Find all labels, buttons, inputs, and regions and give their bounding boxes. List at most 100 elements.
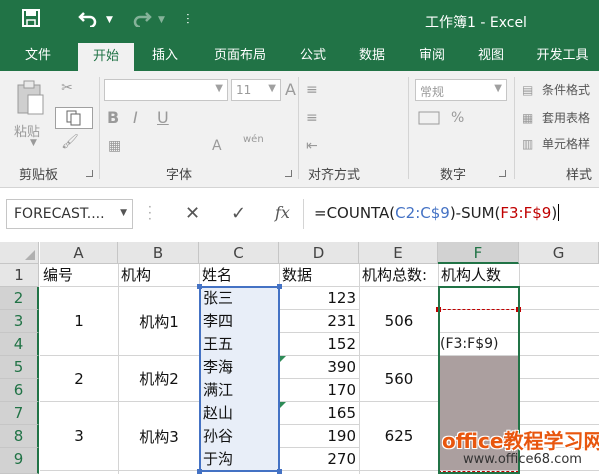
cell-c4[interactable]: 王五 bbox=[203, 333, 233, 356]
cell-styles-icon[interactable]: ▥ bbox=[522, 135, 533, 153]
number-launcher-icon[interactable] bbox=[499, 170, 506, 177]
cell-styles-button[interactable]: 单元格样 bbox=[542, 135, 590, 152]
align-top-icon[interactable]: ≡ bbox=[306, 81, 318, 99]
tab-developer[interactable]: 开发工具 bbox=[526, 41, 599, 71]
tab-formulas[interactable]: 公式 bbox=[289, 41, 337, 71]
redo-icon[interactable] bbox=[132, 9, 152, 33]
cell-d2[interactable]: 123 bbox=[280, 287, 356, 310]
cell-e5-merged[interactable]: 560 bbox=[360, 356, 438, 401]
undo-dropdown-icon[interactable]: ▼ bbox=[106, 9, 113, 31]
cell-d9[interactable]: 270 bbox=[280, 448, 356, 471]
cell-b1[interactable]: 机构 bbox=[121, 264, 151, 287]
row-header-9[interactable]: 9 bbox=[0, 448, 39, 474]
row-header-5[interactable]: 5 bbox=[0, 356, 39, 379]
cell-e2-merged[interactable]: 506 bbox=[360, 287, 438, 355]
cell-a1[interactable]: 编号 bbox=[43, 264, 73, 287]
cell-c1[interactable]: 姓名 bbox=[202, 264, 232, 287]
row-header-4[interactable]: 4 bbox=[0, 333, 39, 356]
cell-b7-merged[interactable]: 机构3 bbox=[119, 402, 199, 470]
cell-e1[interactable]: 机构总数: bbox=[362, 264, 438, 287]
row-header-6[interactable]: 6 bbox=[0, 379, 39, 402]
range-handle[interactable] bbox=[197, 469, 202, 474]
redo-dropdown-icon[interactable]: ▼ bbox=[158, 9, 165, 31]
enter-button[interactable]: ✓ bbox=[231, 203, 246, 224]
font-launcher-icon[interactable] bbox=[285, 170, 292, 177]
clipboard-launcher-icon[interactable] bbox=[86, 170, 93, 177]
font-name-combo[interactable]: ▼ bbox=[104, 79, 228, 101]
number-format-combo[interactable]: 常规 ▼ bbox=[415, 79, 507, 101]
tab-file[interactable]: 文件 bbox=[10, 41, 66, 71]
column-header-c[interactable]: C bbox=[199, 242, 279, 264]
cell-c9[interactable]: 于沟 bbox=[203, 448, 233, 471]
cut-icon[interactable]: ✂ bbox=[57, 79, 77, 97]
cell-d1[interactable]: 数据 bbox=[282, 264, 312, 287]
tab-insert[interactable]: 插入 bbox=[139, 41, 191, 71]
error-indicator-icon[interactable] bbox=[280, 402, 286, 408]
cell-b5-merged[interactable]: 机构2 bbox=[119, 356, 199, 401]
cell-c6[interactable]: 满江 bbox=[203, 379, 233, 402]
cell-a5-merged[interactable]: 2 bbox=[40, 356, 118, 401]
column-header-a[interactable]: A bbox=[40, 242, 118, 264]
undo-icon[interactable] bbox=[78, 9, 98, 33]
tab-home[interactable]: 开始 bbox=[78, 43, 134, 71]
column-header-g[interactable]: G bbox=[519, 242, 599, 264]
row-header-7[interactable]: 7 bbox=[0, 402, 39, 425]
cell-d7[interactable]: 165 bbox=[280, 402, 356, 425]
row-header-8[interactable]: 8 bbox=[0, 425, 39, 448]
row-header-3[interactable]: 3 bbox=[0, 310, 39, 333]
decrease-indent-icon[interactable]: ⇤ bbox=[306, 137, 318, 155]
save-icon[interactable] bbox=[22, 9, 40, 33]
font-size-combo[interactable]: 11 ▼ bbox=[231, 79, 281, 101]
select-all-button[interactable] bbox=[0, 242, 39, 264]
italic-button[interactable]: I bbox=[133, 109, 138, 127]
cell-c5[interactable]: 李海 bbox=[203, 356, 233, 379]
cell-c3[interactable]: 李四 bbox=[203, 310, 233, 333]
underline-button[interactable]: U bbox=[157, 109, 169, 127]
currency-icon[interactable] bbox=[418, 109, 440, 132]
formula-input[interactable]: =COUNTA(C2:C$9)-SUM(F3:F$9) bbox=[303, 199, 599, 229]
cell-c8[interactable]: 孙谷 bbox=[203, 425, 233, 448]
cell-d3[interactable]: 231 bbox=[280, 310, 356, 333]
tab-review[interactable]: 审阅 bbox=[406, 41, 458, 71]
customize-qat-icon[interactable]: ⫶ bbox=[186, 9, 190, 31]
column-header-d[interactable]: D bbox=[279, 242, 359, 264]
row-header-1[interactable]: 1 bbox=[0, 264, 39, 287]
range-handle[interactable] bbox=[197, 284, 202, 289]
paste-icon[interactable] bbox=[14, 79, 46, 119]
format-painter-icon[interactable]: 🖌 bbox=[60, 133, 80, 151]
phonetic-button[interactable]: wén bbox=[243, 131, 264, 149]
cell-e7-merged[interactable]: 625 bbox=[360, 402, 438, 470]
cell-c7[interactable]: 赵山 bbox=[203, 402, 233, 425]
font-color-button[interactable]: A bbox=[212, 137, 222, 155]
copy-icon[interactable] bbox=[55, 107, 93, 129]
percent-button[interactable]: % bbox=[451, 109, 464, 127]
cell-c2[interactable]: 张三 bbox=[203, 287, 233, 310]
format-table-button[interactable]: 套用表格 bbox=[542, 109, 590, 126]
cancel-button[interactable]: ✕ bbox=[185, 203, 200, 224]
font-grow-icon[interactable]: A bbox=[285, 81, 296, 99]
column-header-e[interactable]: E bbox=[359, 242, 438, 264]
insert-function-button[interactable]: fx bbox=[275, 203, 290, 222]
error-indicator-icon[interactable] bbox=[280, 356, 286, 362]
paste-dropdown-icon[interactable]: ▼ bbox=[30, 138, 37, 148]
conditional-format-button[interactable]: 条件格式 bbox=[542, 81, 590, 98]
cell-a2-merged[interactable]: 1 bbox=[40, 287, 118, 355]
cell-d8[interactable]: 190 bbox=[280, 425, 356, 448]
cell-a7-merged[interactable]: 3 bbox=[40, 402, 118, 470]
cell-f1[interactable]: 机构人数 bbox=[441, 264, 501, 287]
bold-button[interactable]: B bbox=[107, 109, 119, 127]
conditional-format-icon[interactable]: ▤ bbox=[522, 81, 533, 99]
borders-icon[interactable]: ▦ bbox=[108, 137, 121, 155]
align-left-icon[interactable]: ≡ bbox=[306, 109, 318, 127]
cell-b2-merged[interactable]: 机构1 bbox=[119, 287, 199, 355]
cell-d4[interactable]: 152 bbox=[280, 333, 356, 356]
row-header-2[interactable]: 2 bbox=[0, 287, 39, 310]
name-box[interactable]: FORECAST.... ▼ bbox=[6, 199, 133, 229]
cell-d6[interactable]: 170 bbox=[280, 379, 356, 402]
format-table-icon[interactable]: ▦ bbox=[522, 109, 533, 127]
tab-page-layout[interactable]: 页面布局 bbox=[200, 41, 280, 71]
tab-view[interactable]: 视图 bbox=[465, 41, 517, 71]
cell-d5[interactable]: 390 bbox=[280, 356, 356, 379]
column-header-b[interactable]: B bbox=[118, 242, 199, 264]
tab-data[interactable]: 数据 bbox=[346, 41, 398, 71]
